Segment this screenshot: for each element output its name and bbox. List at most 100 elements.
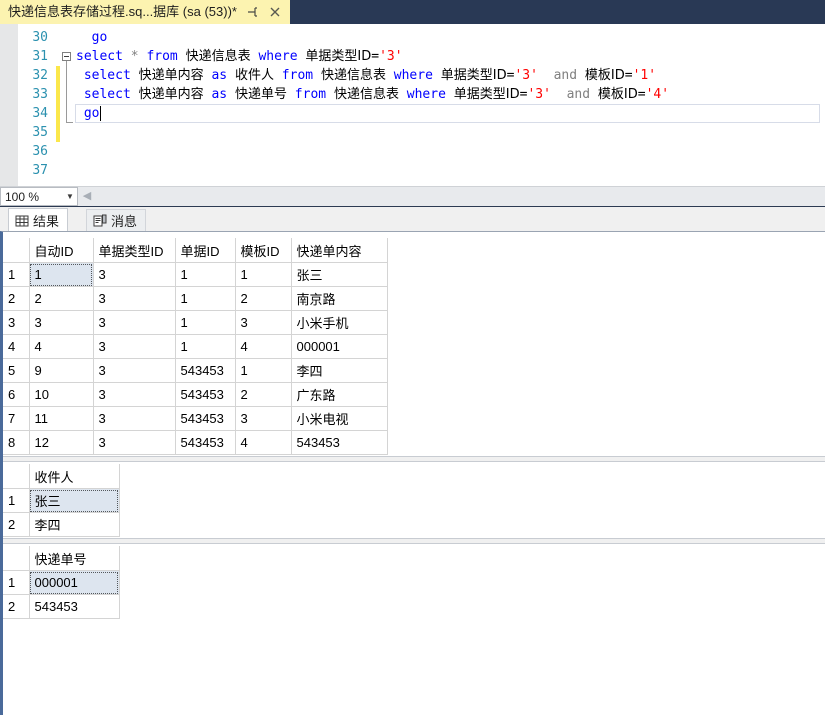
grid-cell[interactable]: 1 [234,358,292,383]
grid-cell[interactable]: 李四 [290,358,388,383]
grid-cell[interactable]: 543453 [290,430,388,455]
editor-code-line[interactable]: select 快递单内容 as 收件人 from 快递信息表 where 单据类… [76,66,656,85]
grid-cell[interactable]: 543453 [174,358,236,383]
close-icon[interactable] [267,4,283,20]
grid-corner-cell[interactable] [3,464,30,489]
grid-cell[interactable]: 9 [28,358,94,383]
table-row[interactable]: 1 张三 [3,488,120,513]
editor-code-line[interactable]: go [76,28,108,47]
grid-cell[interactable]: 3 [92,262,176,287]
grid-corner-cell[interactable] [3,546,30,571]
row-header-cell[interactable]: 1 [3,262,30,287]
editor-code-line[interactable]: select 快递单内容 as 快递单号 from 快递信息表 where 单据… [76,85,669,104]
grid-cell[interactable]: 张三 [290,262,388,287]
grid-cell[interactable]: 4 [28,334,94,359]
table-row[interactable]: 6 10 3 543453 2 广东路 [3,382,388,407]
grid-cell[interactable]: 543453 [174,406,236,431]
editor-line-number: 30 [32,30,48,45]
grid-cell[interactable]: 3 [28,310,94,335]
zoom-level-combobox[interactable]: 100 % ▼ [0,187,78,206]
collapse-minus-icon[interactable] [62,52,71,61]
column-header[interactable]: 模板ID [234,238,292,263]
row-header-cell[interactable]: 2 [3,512,30,537]
pin-icon[interactable] [244,4,260,20]
grid-cell[interactable]: 3 [92,406,176,431]
grid-cell[interactable]: 543453 [28,594,120,619]
grid-cell[interactable]: 1 [174,262,236,287]
grid-cell[interactable]: 3 [92,430,176,455]
table-row[interactable]: 1 000001 [3,570,120,595]
grid-cell[interactable]: 4 [234,334,292,359]
column-header[interactable]: 快递单内容 [290,238,388,263]
grid-cell[interactable]: 张三 [28,488,120,513]
document-tab[interactable]: 快递信息表存储过程.sq...据库 (sa (53))* [0,0,290,24]
grid-cell[interactable]: 000001 [28,570,120,595]
grid-cell[interactable]: 3 [234,406,292,431]
grid-header-row: 收件人 [3,464,120,489]
grid-cell[interactable]: 李四 [28,512,120,537]
table-row[interactable]: 2 543453 [3,594,120,619]
grid-cell[interactable]: 南京路 [290,286,388,311]
column-header[interactable]: 单据ID [174,238,236,263]
grid-cell[interactable]: 2 [28,286,94,311]
grid-cell[interactable]: 000001 [290,334,388,359]
grid-cell[interactable]: 3 [92,382,176,407]
row-header-cell[interactable]: 8 [3,430,30,455]
row-header-cell[interactable]: 5 [3,358,30,383]
results-grid-host[interactable]: 自动ID 单据类型ID 单据ID 模板ID 快递单内容 1 1 3 1 1 张三 2 2 3 1 2 南京路 3 3… [0,231,825,715]
sql-editor[interactable]: 30 go 31 select * from 快递信息表 where 单据类型ID=… [0,24,825,186]
grid-cell[interactable]: 3 [92,334,176,359]
table-row[interactable]: 4 4 3 1 4 000001 [3,334,388,359]
grid-cell[interactable]: 小米电视 [290,406,388,431]
grid-cell[interactable]: 1 [234,262,292,287]
grid-cell[interactable]: 4 [234,430,292,455]
grid-cell[interactable]: 543453 [174,430,236,455]
tab-messages[interactable]: 消息 [86,209,147,231]
column-header[interactable]: 快递单号 [28,546,120,571]
editor-code-line[interactable]: select * from 快递信息表 where 单据类型ID='3' [76,47,403,66]
grid-cell[interactable]: 3 [92,358,176,383]
table-row[interactable]: 8 12 3 543453 4 543453 [3,430,388,455]
grid-main[interactable]: 自动ID 单据类型ID 单据ID 模板ID 快递单内容 1 1 3 1 1 张三 2 2 3 1 2 南京路 3 3… [3,238,388,455]
row-header-cell[interactable]: 1 [3,488,30,513]
grid-cell[interactable]: 1 [28,262,94,287]
grid-tracking-number[interactable]: 快递单号 1 000001 2 543453 [3,546,120,619]
grid-cell[interactable]: 3 [92,286,176,311]
grid-recipient[interactable]: 收件人 1 张三 2 李四 [3,464,120,537]
row-header-cell[interactable]: 4 [3,334,30,359]
horizontal-scrollbar[interactable] [95,188,825,205]
chevron-down-icon[interactable]: ▼ [63,188,77,205]
row-header-cell[interactable]: 6 [3,382,30,407]
grid-cell[interactable]: 广东路 [290,382,388,407]
tab-results[interactable]: 结果 [8,208,69,232]
row-header-cell[interactable]: 3 [3,310,30,335]
row-header-cell[interactable]: 2 [3,286,30,311]
grid-cell[interactable]: 小米手机 [290,310,388,335]
grid-cell[interactable]: 543453 [174,382,236,407]
grid-cell[interactable]: 2 [234,286,292,311]
row-header-cell[interactable]: 1 [3,570,30,595]
table-row[interactable]: 3 3 3 1 3 小米手机 [3,310,388,335]
table-row[interactable]: 1 1 3 1 1 张三 [3,262,388,287]
grid-cell[interactable]: 11 [28,406,94,431]
table-row[interactable]: 5 9 3 543453 1 李四 [3,358,388,383]
grid-cell[interactable]: 12 [28,430,94,455]
table-row[interactable]: 2 2 3 1 2 南京路 [3,286,388,311]
grid-cell[interactable]: 1 [174,310,236,335]
grid-corner-cell[interactable] [3,238,30,263]
table-row[interactable]: 7 11 3 543453 3 小米电视 [3,406,388,431]
grid-cell[interactable]: 1 [174,334,236,359]
column-header[interactable]: 自动ID [28,238,94,263]
grid-cell[interactable]: 3 [92,310,176,335]
row-header-cell[interactable]: 7 [3,406,30,431]
grid-cell[interactable]: 3 [234,310,292,335]
grid-cell[interactable]: 10 [28,382,94,407]
grid-cell[interactable]: 1 [174,286,236,311]
row-header-cell[interactable]: 2 [3,594,30,619]
scroll-left-arrow-icon[interactable]: ◀ [80,189,94,204]
column-header[interactable]: 单据类型ID [92,238,176,263]
column-header[interactable]: 收件人 [28,464,120,489]
table-row[interactable]: 2 李四 [3,512,120,537]
grid-cell[interactable]: 2 [234,382,292,407]
